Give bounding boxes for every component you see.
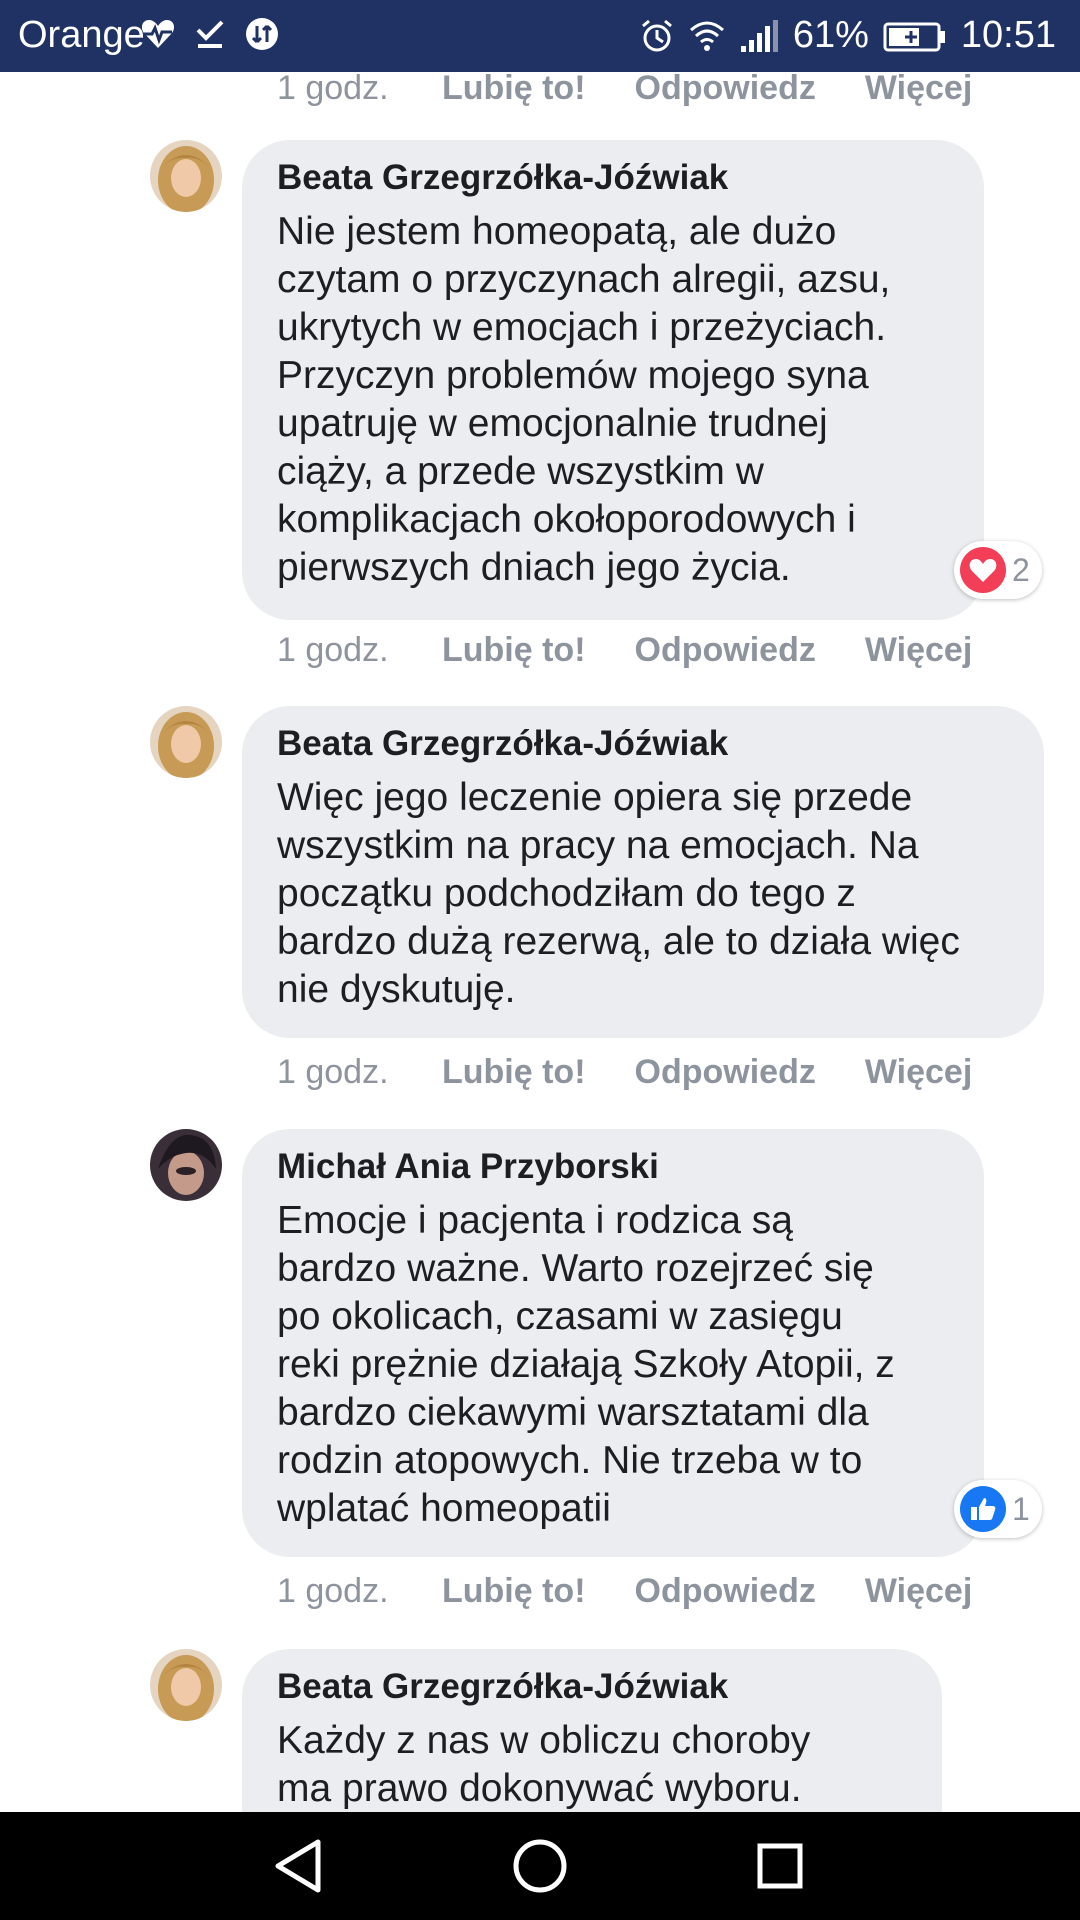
status-time: 10:51 <box>960 14 1056 56</box>
comment-line: Przyczyn problemów mojego syna <box>277 354 869 397</box>
comment-bubble[interactable]: Beata Grzegrzółka-Jóźwiak Więc jego lecz… <box>242 706 1044 1038</box>
comment-line: po okolicach, czasami w zasięgu <box>277 1295 843 1338</box>
comment-time: 1 godz. <box>277 1052 389 1091</box>
recents-icon[interactable] <box>748 1834 812 1898</box>
comment-line: początku podchodziłam do tego z <box>277 872 856 915</box>
reaction-badge[interactable]: 2 <box>954 541 1042 599</box>
comment-text: Więc jego leczenie opiera się przede wsz… <box>277 774 1008 1014</box>
data-saver-icon <box>246 18 278 50</box>
carrier-name: Orange <box>18 14 145 56</box>
comment-line: wplatać homeopatii <box>277 1487 611 1530</box>
signal-icon <box>740 19 778 52</box>
like-link[interactable]: Lubię to! <box>442 1572 586 1611</box>
avatar[interactable] <box>150 140 222 212</box>
home-icon[interactable] <box>508 1834 572 1898</box>
reaction-badge[interactable]: 1 <box>954 1480 1042 1538</box>
comment-line: nie dyskutuję. <box>277 968 516 1011</box>
comment-bubble[interactable]: Michał Ania Przyborski Emocje i pacjenta… <box>242 1129 984 1557</box>
comment-time: 1 godz. <box>277 72 389 107</box>
comment-author[interactable]: Beata Grzegrzółka-Jóźwiak <box>277 156 948 200</box>
comment-feed[interactable]: 1 godz. Lubię to! Odpowiedz Więcej Beata… <box>0 72 1080 1812</box>
comment-line: komplikacjach okołoporodowych i <box>277 498 856 541</box>
reaction-count: 1 <box>1012 1490 1030 1527</box>
comment-line: Nie jestem homeopatą, ale dużo <box>277 210 837 253</box>
comment-line: czytam o przyczynach alregii, azsu, <box>277 258 891 301</box>
comment-actions: 1 godz. Lubię to! Odpowiedz Więcej <box>277 72 1021 110</box>
comment-line: rodzin atopowych. Nie trzeba w to <box>277 1439 863 1482</box>
comment-line: reki prężnie działają Szkoły Atopii, z <box>277 1343 895 1386</box>
comment-bubble[interactable]: Beata Grzegrzółka-Jóźwiak Nie jestem hom… <box>242 140 984 620</box>
back-icon[interactable] <box>268 1834 332 1898</box>
comment-author[interactable]: Beata Grzegrzółka-Jóźwiak <box>277 722 1008 766</box>
comment-line: ciąży, a przede wszystkim w <box>277 450 764 493</box>
battery-icon <box>883 22 945 51</box>
comment-author[interactable]: Beata Grzegrzółka-Jóźwiak <box>277 1665 906 1709</box>
comment-line: wszystkim na pracy na emocjach. Na <box>277 824 919 867</box>
comment-line: bardzo ważne. Warto rozejrzeć się <box>277 1247 874 1290</box>
avatar-image <box>150 140 222 212</box>
comment-actions: 1 godz. Lubię to! Odpowiedz Więcej <box>277 1050 1021 1094</box>
more-link[interactable]: Więcej <box>865 1053 972 1092</box>
avatar-image <box>150 1649 222 1721</box>
comment-line: ukrytych w emocjach i przeżyciach. <box>277 306 887 349</box>
heartbeat-icon <box>141 20 175 48</box>
comment-author[interactable]: Michał Ania Przyborski <box>277 1145 948 1189</box>
thumbs-up-icon <box>960 1486 1006 1532</box>
avatar[interactable] <box>150 706 222 778</box>
status-bar: Orange 61% 10:51 <box>0 0 1080 72</box>
like-link[interactable]: Lubię to! <box>442 631 586 670</box>
like-link[interactable]: Lubię to! <box>442 1053 586 1092</box>
like-link[interactable]: Lubię to! <box>442 72 586 108</box>
comment-line: Każdy z nas w obliczu choroby <box>277 1719 811 1762</box>
avatar[interactable] <box>150 1129 222 1201</box>
check-icon <box>196 20 224 48</box>
heart-icon <box>960 547 1006 593</box>
avatar-image <box>150 1129 222 1201</box>
more-link[interactable]: Więcej <box>865 631 972 670</box>
alarm-icon <box>641 19 672 51</box>
more-link[interactable]: Więcej <box>865 1572 972 1611</box>
wifi-icon <box>689 21 724 51</box>
reply-link[interactable]: Odpowiedz <box>635 1572 816 1611</box>
comment-line: Emocje i pacjenta i rodzica są <box>277 1199 793 1242</box>
comment-line: ma prawo dokonywać wyboru. <box>277 1767 802 1810</box>
avatar[interactable] <box>150 1649 222 1721</box>
comment-bubble[interactable]: Beata Grzegrzółka-Jóźwiak Każdy z nas w … <box>242 1649 942 1812</box>
comment-time: 1 godz. <box>277 1571 389 1610</box>
reply-link[interactable]: Odpowiedz <box>635 72 816 108</box>
more-link[interactable]: Więcej <box>865 72 972 108</box>
battery-percent: 61% <box>792 14 869 56</box>
avatar-image <box>150 706 222 778</box>
comment-line: Więc jego leczenie opiera się przede <box>277 776 913 819</box>
comment-text: Emocje i pacjenta i rodzica są bardzo wa… <box>277 1197 948 1533</box>
reply-link[interactable]: Odpowiedz <box>635 631 816 670</box>
comment-text: Nie jestem homeopatą, ale dużo czytam o … <box>277 208 948 592</box>
comment-actions: 1 godz. Lubię to! Odpowiedz Więcej <box>277 628 1021 672</box>
comment-line: bardzo ciekawymi warsztatami dla <box>277 1391 869 1434</box>
reaction-count: 2 <box>1012 551 1030 588</box>
comment-actions: 1 godz. Lubię to! Odpowiedz Więcej <box>277 1569 1021 1613</box>
comment-text: Każdy z nas w obliczu choroby ma prawo d… <box>277 1717 906 1812</box>
reply-link[interactable]: Odpowiedz <box>635 1053 816 1092</box>
navigation-bar <box>0 1812 1080 1920</box>
comment-time: 1 godz. <box>277 630 389 669</box>
comment-line: pierwszych dniach jego życia. <box>277 546 791 589</box>
comment-line: upatruję w emocjonalnie trudnej <box>277 402 828 445</box>
comment-line: bardzo dużą rezerwą, ale to działa więc <box>277 920 960 963</box>
